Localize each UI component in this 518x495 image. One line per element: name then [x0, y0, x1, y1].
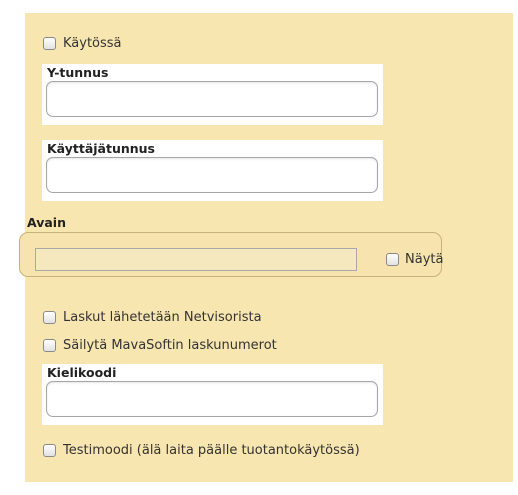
username-field: Käyttäjätunnus [42, 140, 383, 201]
keep-numbers-label: Säilytä MavaSoftin laskunumerot [63, 338, 277, 353]
keep-numbers-checkbox[interactable] [43, 339, 56, 352]
enabled-checkbox[interactable] [43, 37, 56, 50]
send-invoices-label: Laskut lähetetään Netvisorista [63, 310, 262, 325]
keep-numbers-row[interactable]: Säilytä MavaSoftin laskunumerot [43, 338, 277, 353]
business-id-label: Y-tunnus [47, 65, 109, 80]
key-label: Avain [27, 215, 66, 230]
show-key-row[interactable]: Näytä [386, 252, 443, 267]
enabled-row[interactable]: Käytössä [43, 36, 122, 51]
enabled-label: Käytössä [63, 36, 122, 51]
username-input[interactable] [46, 157, 378, 193]
language-code-input[interactable] [46, 381, 378, 417]
business-id-input[interactable] [46, 81, 378, 117]
test-mode-checkbox[interactable] [43, 444, 56, 457]
send-invoices-checkbox[interactable] [43, 311, 56, 324]
show-key-checkbox[interactable] [386, 253, 399, 266]
test-mode-row[interactable]: Testimoodi (älä laita päälle tuotantokäy… [43, 443, 360, 458]
key-input[interactable] [35, 248, 357, 271]
test-mode-label: Testimoodi (älä laita päälle tuotantokäy… [63, 443, 360, 458]
username-label: Käyttäjätunnus [47, 141, 156, 156]
show-key-label: Näytä [405, 252, 444, 267]
language-code-label: Kielikoodi [47, 365, 117, 380]
send-invoices-row[interactable]: Laskut lähetetään Netvisorista [43, 310, 262, 325]
business-id-field: Y-tunnus [42, 64, 383, 125]
language-code-field: Kielikoodi [42, 364, 383, 425]
